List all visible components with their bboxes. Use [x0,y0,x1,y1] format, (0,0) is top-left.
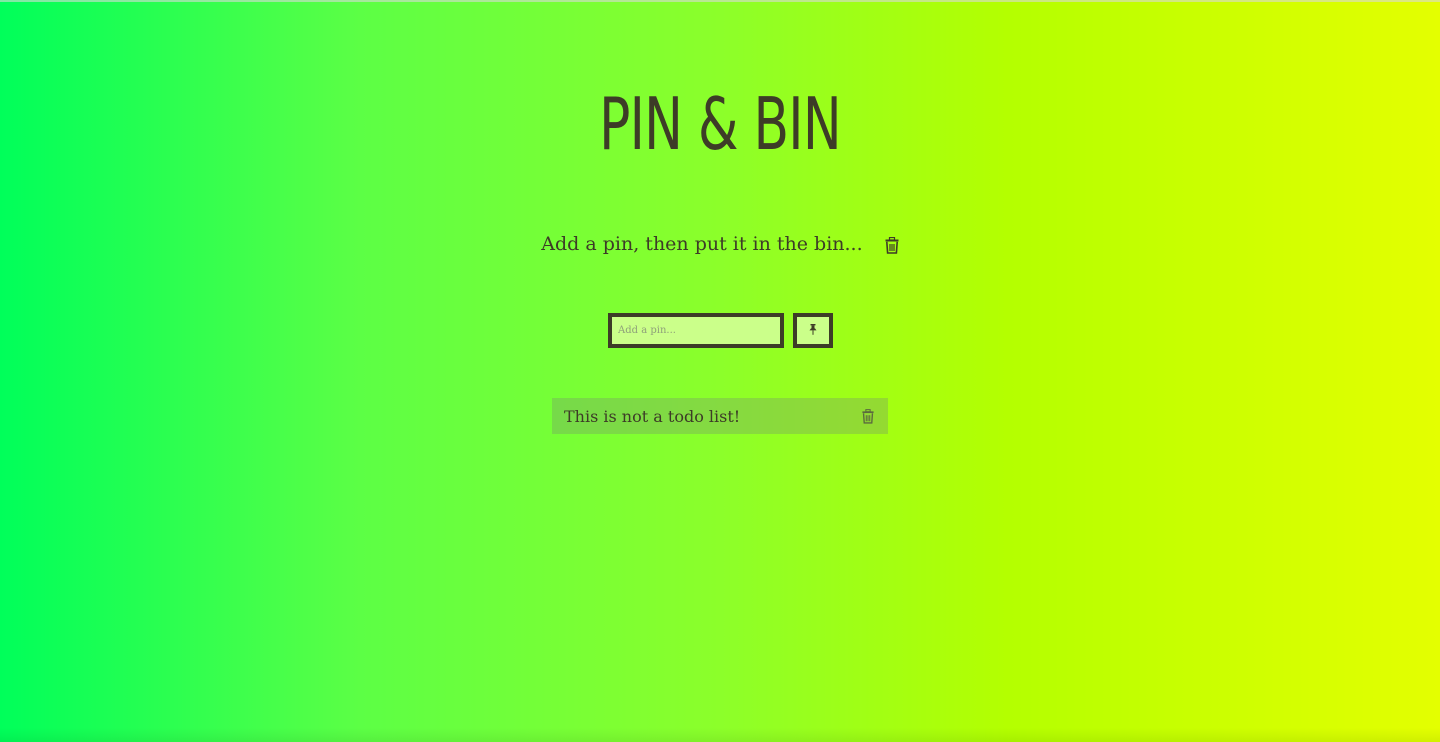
window-top-border [0,0,1440,2]
bottom-shade [0,728,1440,742]
add-pin-form [608,313,833,348]
add-pin-button[interactable] [793,313,833,348]
subtitle-row: Add a pin, then put it in the bin... [0,230,1440,257]
delete-pin-trash-icon[interactable] [862,408,874,424]
subtitle: Add a pin, then put it in the bin... [541,233,863,255]
pin-item-text: This is not a todo list! [564,406,741,426]
pin-item: This is not a todo list! [552,398,888,434]
add-pin-input[interactable] [608,313,784,348]
trash-icon [885,235,899,254]
pushpin-icon [809,323,817,338]
pin-list: This is not a todo list! [552,398,888,434]
app-title: PIN & BIN [599,82,842,166]
